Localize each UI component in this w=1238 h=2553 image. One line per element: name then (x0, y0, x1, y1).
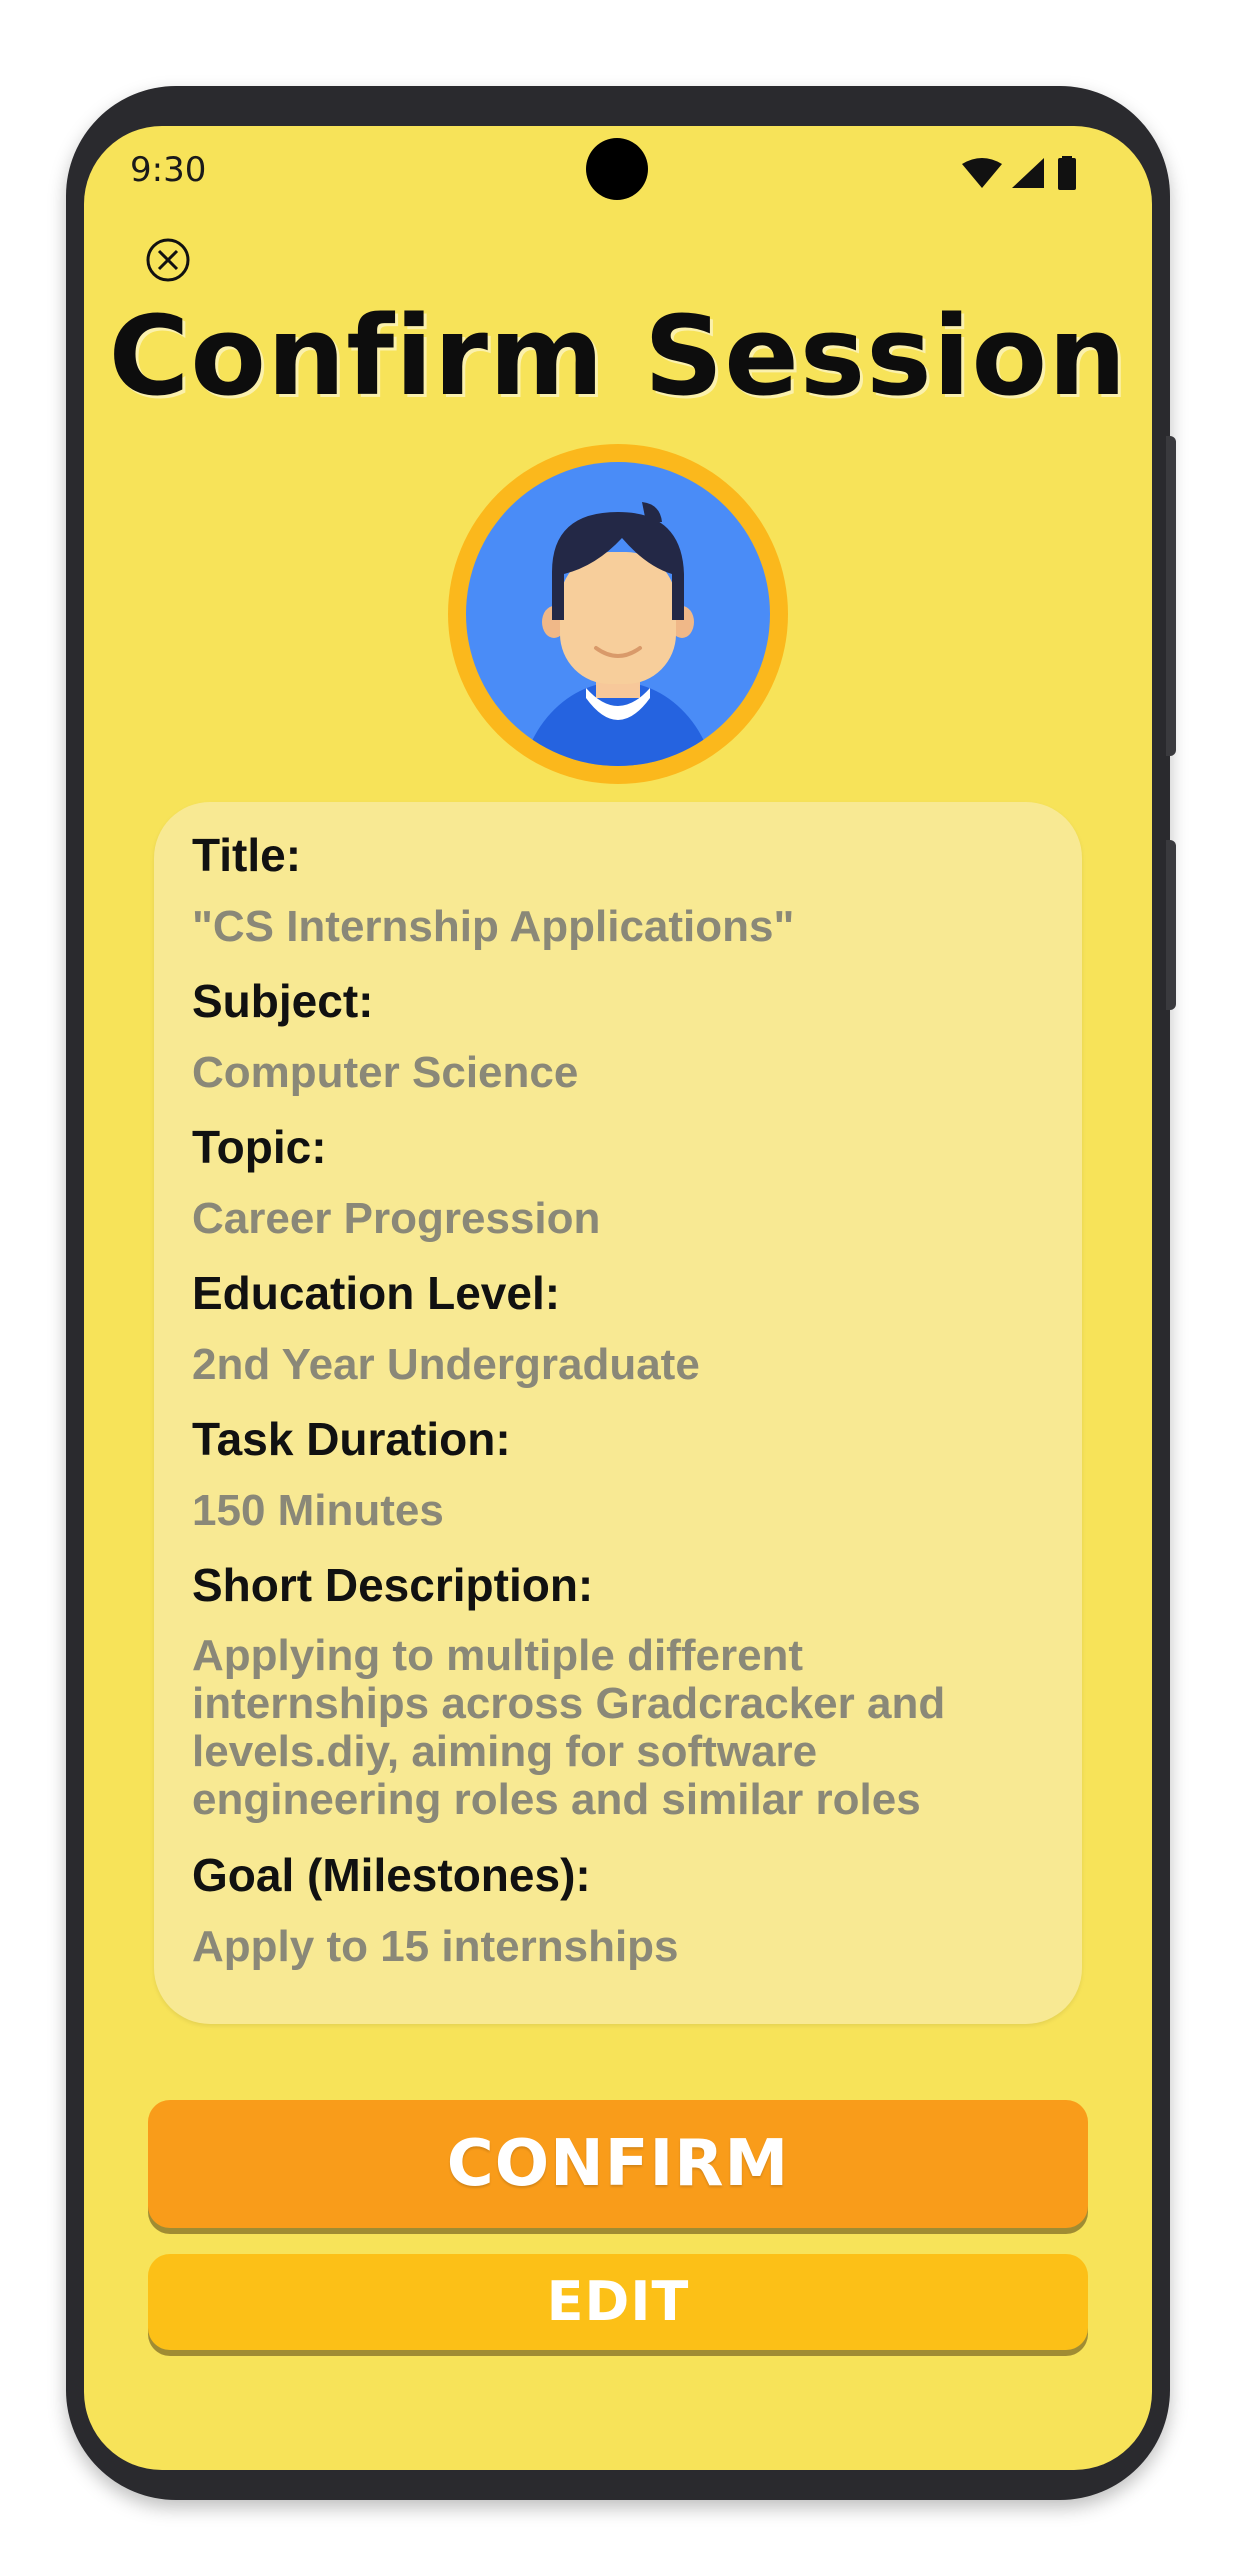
volume-button (1166, 840, 1176, 1010)
description-line: engineering roles and similar roles (192, 1775, 921, 1824)
topic-label: Topic: (192, 1121, 327, 1173)
description-line: internships across Gradcracker and (192, 1679, 946, 1728)
confirm-button[interactable]: CONFIRM (148, 2100, 1088, 2228)
subject-value: Computer Science (192, 1048, 579, 1097)
goal-label: Goal (Milestones): (192, 1849, 591, 1901)
status-time: 9:30 (130, 150, 207, 190)
front-camera (586, 138, 648, 200)
battery-icon (1058, 156, 1076, 190)
topic-value: Career Progression (192, 1194, 601, 1243)
title-value: "CS Internship Applications" (192, 902, 795, 951)
description-line: levels.diy, aiming for software (192, 1727, 818, 1776)
close-icon[interactable] (144, 236, 192, 284)
subject-label: Subject: (192, 975, 374, 1027)
short-description-value: Applying to multiple different internshi… (192, 1632, 1052, 1824)
user-avatar-icon (446, 442, 790, 786)
app-screen: 9:30 Confirm Session Title: "CS Internsh… (84, 126, 1152, 2470)
short-description-label: Short Description: (192, 1559, 594, 1611)
task-duration-value: 150 Minutes (192, 1486, 444, 1535)
goal-value: Apply to 15 internships (192, 1922, 679, 1971)
status-icons (958, 156, 1108, 192)
page-title: Confirm Session (108, 292, 1128, 420)
education-level-value: 2nd Year Undergraduate (192, 1340, 700, 1389)
education-level-label: Education Level: (192, 1267, 561, 1319)
task-duration-label: Task Duration: (192, 1413, 511, 1465)
signal-icon (1012, 158, 1044, 188)
edit-button[interactable]: EDIT (148, 2254, 1088, 2350)
wifi-icon (962, 158, 1002, 188)
power-button (1166, 436, 1176, 756)
description-line: Applying to multiple different (192, 1631, 804, 1680)
title-label: Title: (192, 829, 302, 881)
session-details-card: Title: "CS Internship Applications" Subj… (154, 802, 1082, 2024)
